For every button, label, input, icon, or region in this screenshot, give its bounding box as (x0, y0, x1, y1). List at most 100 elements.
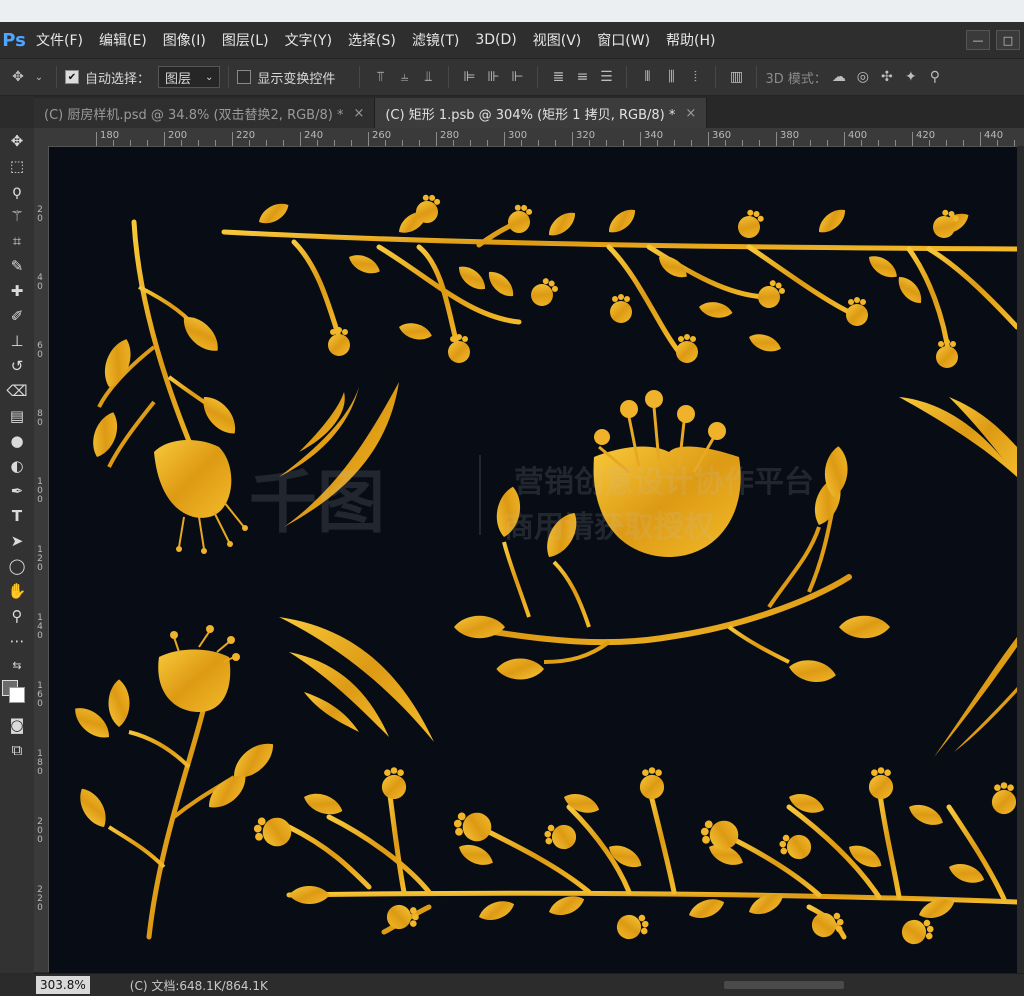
chevron-down-icon[interactable]: ⌄ (34, 69, 44, 85)
crop-icon[interactable]: ⌗ (0, 228, 34, 253)
menu-file[interactable]: 文件(F) (28, 22, 91, 58)
top-garland-buds (328, 191, 963, 368)
path-select-icon[interactable]: ➤ (0, 528, 34, 553)
tab-kitchen-mockup[interactable]: (C) 厨房样机.psd @ 34.8% (双击替换2, RGB/8) * × (34, 98, 376, 128)
auto-align-icon[interactable]: ▥ (728, 69, 744, 85)
distribute-bottom-icon[interactable]: ☰ (598, 69, 614, 85)
zoom-field[interactable]: 303.8% (36, 976, 90, 994)
auto-select-checkbox[interactable]: ✔ (65, 70, 79, 84)
ruler-label: 180 (37, 749, 43, 777)
align-right-icon[interactable]: ⊩ (509, 69, 525, 85)
ruler-minor-tick (691, 140, 692, 146)
menu-edit[interactable]: 编辑(E) (91, 22, 155, 58)
ruler-label: 260 (372, 130, 392, 141)
pan-3d-icon[interactable]: ✣ (879, 69, 895, 85)
swap-colors-icon[interactable]: ⇆ (0, 653, 34, 678)
layer-dropdown[interactable]: 图层 ⌄ (158, 66, 221, 88)
ruler-label: 160 (37, 681, 43, 709)
wave-leaves-left-bottom (279, 617, 434, 742)
ruler-tick (300, 132, 301, 146)
align-top-icon[interactable]: ⫪ (372, 69, 388, 85)
restore-button[interactable]: □ (996, 30, 1020, 50)
background-color[interactable] (9, 687, 25, 703)
distribute-vcenter-icon[interactable]: ≡ (574, 69, 590, 85)
document-canvas[interactable]: 千图 营销创意设计协作平台 商用请获取授权 (49, 147, 1017, 973)
distribute-left-icon[interactable]: ⦀ (639, 69, 655, 85)
menu-image[interactable]: 图像(I) (155, 22, 214, 58)
menu-layer[interactable]: 图层(L) (214, 22, 277, 58)
align-vcenter-icon[interactable]: ⫨ (396, 69, 412, 85)
more-icon[interactable]: ⋯ (0, 628, 34, 653)
ruler-label: 220 (37, 885, 43, 913)
horizontal-scrollbar[interactable] (724, 981, 844, 989)
gradient-icon[interactable]: ▤ (0, 403, 34, 428)
menu-3d[interactable]: 3D(D) (467, 22, 524, 58)
move-tool-icon[interactable]: ✥ (10, 69, 26, 85)
distribute-hcenter-icon[interactable]: ⫼ (663, 69, 679, 85)
eyedropper-icon[interactable]: ✎ (0, 253, 34, 278)
ruler-minor-tick (266, 140, 267, 146)
gold-floral-artwork (68, 191, 1017, 947)
horizontal-ruler[interactable]: 180 200 220 240 260 280 300 320 340 360 380 400 420 4… (34, 128, 1024, 147)
magic-wand-icon[interactable]: ⚚ (0, 203, 34, 228)
quick-mask-icon[interactable]: ◙ (0, 712, 34, 737)
ruler-minor-tick (487, 140, 488, 146)
shape-icon[interactable]: ◯ (0, 553, 34, 578)
history-brush-icon[interactable]: ↺ (0, 353, 34, 378)
distribute-right-icon[interactable]: ⦙ (687, 69, 703, 85)
healing-icon[interactable]: ✚ (0, 278, 34, 303)
ruler-minor-tick (674, 140, 675, 146)
zoom-icon[interactable]: ⚲ (0, 603, 34, 628)
roll-3d-icon[interactable]: ◎ (855, 69, 871, 85)
stamp-icon[interactable]: ⊥ (0, 328, 34, 353)
document-info[interactable]: (C) 文档:648.1K/864.1K (130, 977, 268, 994)
vertical-scrollbar[interactable] (1017, 146, 1024, 972)
color-swatches[interactable] (0, 678, 34, 712)
ruler-minor-tick (351, 140, 352, 146)
ruler-label: 220 (236, 130, 256, 141)
ruler-label: 60 (37, 341, 43, 360)
ruler-label: 320 (576, 130, 596, 141)
close-icon[interactable]: × (685, 106, 696, 121)
orbit-3d-icon[interactable]: ☁ (831, 69, 847, 85)
watermark-divider (479, 455, 481, 535)
menu-view[interactable]: 视图(V) (525, 22, 590, 58)
wave-leaves-right (899, 397, 1017, 757)
blur-icon[interactable]: ● (0, 428, 34, 453)
eraser-icon[interactable]: ⌫ (0, 378, 34, 403)
ruler-label: 420 (916, 130, 936, 141)
minimize-button[interactable]: — (966, 30, 990, 50)
slide-3d-icon[interactable]: ✦ (903, 69, 919, 85)
marquee-icon[interactable]: ⬚ (0, 153, 34, 178)
distribute-top-icon[interactable]: ≣ (550, 69, 566, 85)
vertical-ruler[interactable]: 20 40 60 80 100 120 140 160 180 200 220 (34, 146, 49, 972)
brush-icon[interactable]: ✐ (0, 303, 34, 328)
menu-help[interactable]: 帮助(H) (658, 22, 723, 58)
align-left-icon[interactable]: ⊫ (461, 69, 477, 85)
ruler-minor-tick (827, 140, 828, 146)
screen-mode-icon[interactable]: ⧉ (0, 737, 34, 762)
ruler-label: 400 (848, 130, 868, 141)
tab-rectangle-1[interactable]: (C) 矩形 1.psb @ 304% (矩形 1 拷贝, RGB/8) * × (375, 98, 708, 128)
ruler-minor-tick (810, 140, 811, 146)
ruler-minor-tick (861, 140, 862, 146)
menu-filter[interactable]: 滤镜(T) (404, 22, 467, 58)
center-flower (454, 390, 890, 751)
type-icon[interactable]: T (0, 503, 34, 528)
align-hcenter-icon[interactable]: ⊪ (485, 69, 501, 85)
hand-icon[interactable]: ✋ (0, 578, 34, 603)
dodge-icon[interactable]: ◐ (0, 453, 34, 478)
move-icon[interactable]: ✥ (0, 128, 34, 153)
menu-window[interactable]: 窗口(W) (589, 22, 658, 58)
lasso-icon[interactable]: ϙ (0, 178, 34, 203)
menu-type[interactable]: 文字(Y) (277, 22, 340, 58)
mode-3d-label: 3D 模式： (765, 71, 827, 87)
chevron-down-icon: ⌄ (205, 71, 214, 83)
menu-select[interactable]: 选择(S) (340, 22, 404, 58)
pen-icon[interactable]: ✒ (0, 478, 34, 503)
show-transform-checkbox[interactable] (237, 70, 252, 84)
search-icon[interactable]: ⚲ (927, 69, 943, 85)
close-icon[interactable]: × (353, 106, 364, 121)
align-bottom-icon[interactable]: ⫫ (420, 69, 436, 85)
ruler-minor-tick (521, 140, 522, 146)
